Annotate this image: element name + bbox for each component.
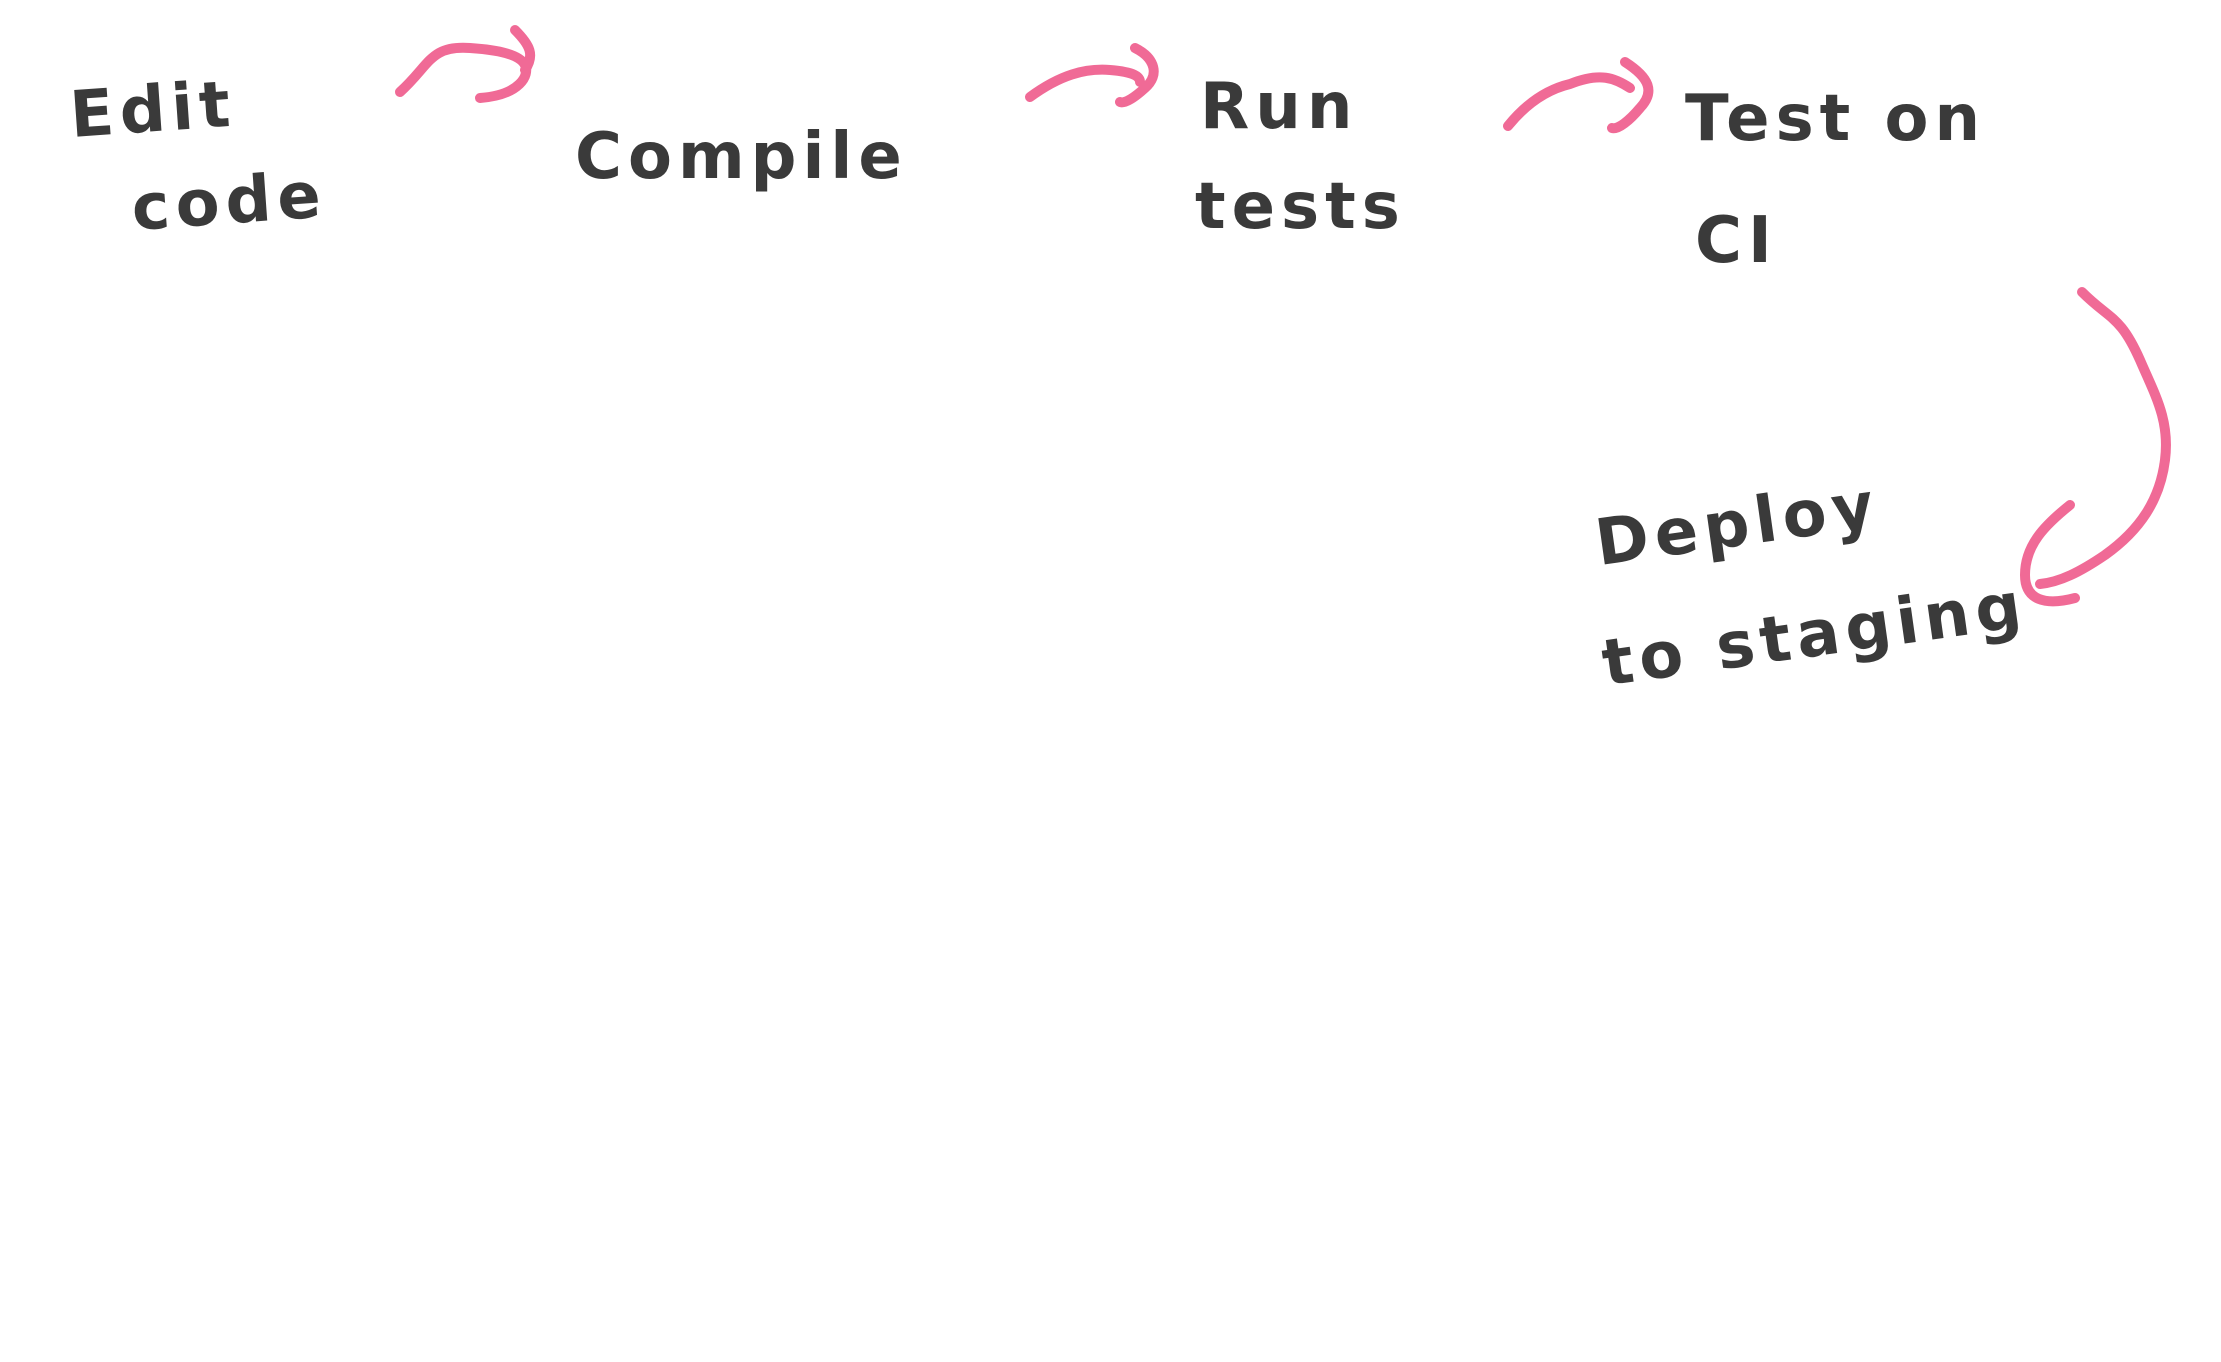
step-run-tests: Run tests (1195, 70, 1406, 244)
arrow-compile-to-tests (1025, 64, 1145, 102)
step-deploy-to-staging: Deploy to staging (1591, 468, 2032, 701)
step-run-tests-line-1: Run (1200, 70, 1358, 144)
arrow-edit-to-compile (395, 42, 532, 103)
step-test-on-ci-line-2: CI (1695, 204, 1778, 278)
arrow-tests-to-ci-head (1607, 57, 1654, 134)
step-compile-line-1: Compile (575, 120, 908, 194)
step-test-on-ci-line-1: Test on (1685, 82, 1986, 156)
step-deploy-to-staging-line-2: to staging (1598, 568, 2032, 701)
step-edit-code: Edit code (68, 68, 329, 246)
step-test-on-ci: Test on CI (1685, 82, 1986, 278)
step-edit-code-line-1: Edit (68, 68, 239, 153)
step-edit-code-line-2: code (129, 158, 329, 245)
step-compile: Compile (575, 120, 908, 194)
whiteboard-canvas: Edit code Compile Run tests Test on CI D… (68, 25, 2171, 701)
arrow-tests-to-ci (1503, 72, 1635, 131)
arrow-ci-to-deploy (2035, 287, 2171, 589)
step-deploy-to-staging-line-1: Deploy (1591, 468, 1884, 581)
step-run-tests-line-2: tests (1195, 170, 1406, 244)
